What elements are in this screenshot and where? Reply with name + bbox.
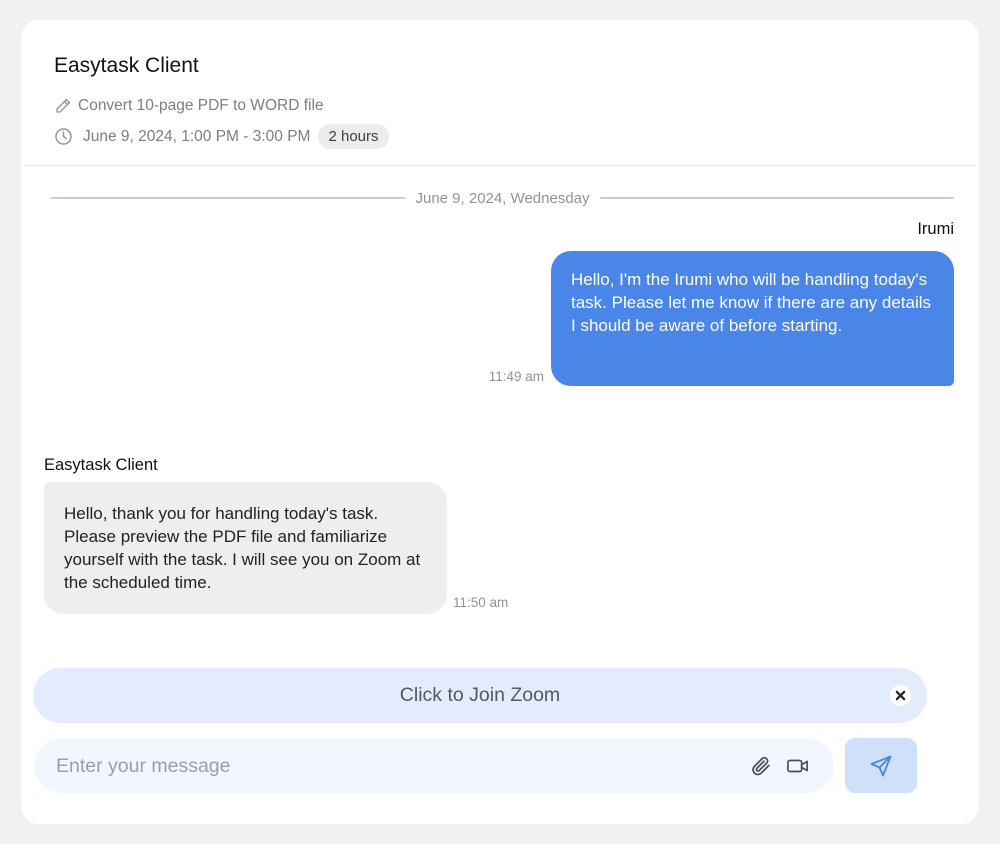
video-call-button[interactable] [785,753,811,779]
schedule-time: June 9, 2024, 1:00 PM - 3:00 PM [83,127,311,145]
close-zoom-banner-button[interactable] [890,685,911,706]
chat-title: Easytask Client [54,54,199,77]
incoming-message-bubble: Hello, thank you for handling today's ta… [44,482,447,614]
divider-line-left [51,197,406,199]
clock-icon [55,128,72,145]
paperclip-icon [752,756,770,776]
message-sender-name: Irumi [917,220,954,238]
join-zoom-banner[interactable]: Click to Join Zoom [33,668,927,723]
date-divider: June 9, 2024, Wednesday [51,188,954,208]
send-button[interactable] [845,738,917,793]
message-input[interactable] [54,738,738,795]
send-icon [870,755,892,776]
chat-header: Easytask Client Convert 10-page PDF to W… [21,20,979,166]
message-sender-name: Easytask Client [44,456,158,474]
message-composer [34,738,834,795]
message-timestamp: 11:49 am [488,369,544,384]
schedule-row: June 9, 2024, 1:00 PM - 3:00 PM 2 hours [54,124,389,149]
close-icon [895,690,906,701]
message-timestamp: 11:50 am [453,595,509,610]
duration-badge: 2 hours [318,124,389,149]
pencil-icon [56,98,71,113]
attach-file-button[interactable] [748,753,774,779]
join-zoom-label: Click to Join Zoom [399,684,561,706]
date-label: June 9, 2024, Wednesday [415,189,590,207]
chat-card: Easytask Client Convert 10-page PDF to W… [21,20,979,824]
task-description: Convert 10-page PDF to WORD file [78,97,324,114]
outgoing-message-bubble: Hello, I'm the Irumi who will be handlin… [551,251,954,386]
task-description-row: Convert 10-page PDF to WORD file [54,97,324,115]
video-camera-icon [787,759,808,773]
divider-line-right [599,197,954,199]
